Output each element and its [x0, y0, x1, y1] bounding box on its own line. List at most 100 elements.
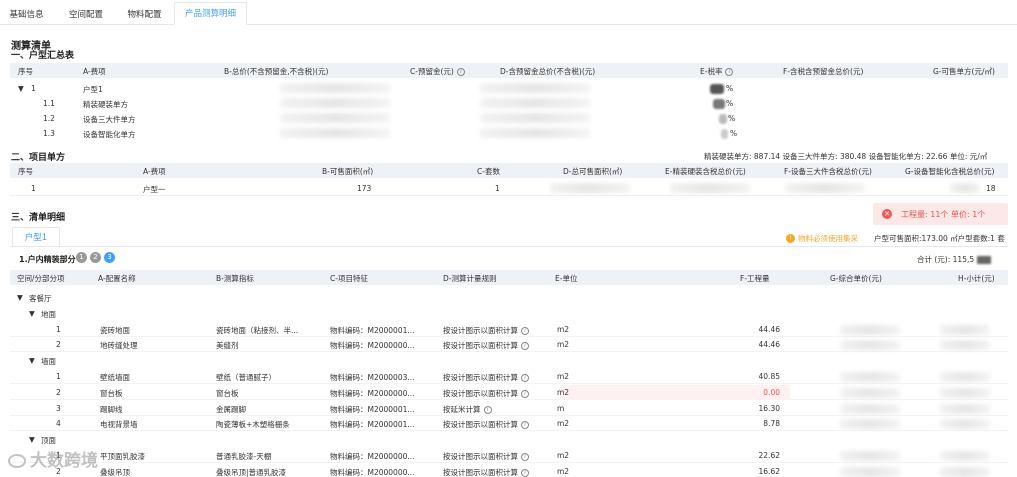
blurred-value: [721, 129, 728, 139]
blurred-value: [950, 183, 980, 193]
col-header: F-设备三大件含税总价(元): [784, 167, 872, 176]
table-row[interactable]: 1.1 精装硬装单方 %: [10, 96, 1008, 111]
table-row[interactable]: 1 瓷砖地面 瓷砖地面（粘接剂、半... 物料编码：M2000001... 按设计图示以…: [10, 322, 1008, 337]
chevron-down-icon[interactable]: ▼: [18, 84, 24, 93]
unit: m2: [557, 372, 570, 381]
info-icon[interactable]: i: [521, 326, 529, 335]
tab-material-config[interactable]: 物料配置: [117, 5, 172, 25]
group-row[interactable]: ▼ 客餐厅: [10, 290, 1008, 305]
unit: m2: [557, 451, 570, 460]
row-no: 1.1: [43, 99, 55, 108]
col-header: C-预留金(元) i: [410, 66, 465, 77]
col-header: G-设备智能化含税总价(元): [905, 167, 995, 176]
info-icon[interactable]: i: [521, 468, 529, 477]
row-no: 4: [56, 419, 61, 429]
info-icon[interactable]: i: [521, 389, 529, 398]
table-row[interactable]: 1.2 设备三大件单方 %: [10, 111, 1008, 126]
chevron-down-icon[interactable]: ▼: [29, 356, 35, 365]
subgroup-row[interactable]: ▼ 墙面: [10, 353, 1008, 368]
blurred-value: [940, 387, 990, 398]
unit: m2: [557, 387, 570, 397]
table-row[interactable]: ▼ 1 户型1 %: [10, 81, 1008, 96]
col-header: 空间/分部分项: [17, 274, 65, 283]
unit: m2: [557, 466, 570, 476]
tab-product-calc[interactable]: 产品测算明细: [174, 2, 247, 25]
blurred-value: [480, 128, 590, 138]
chevron-down-icon[interactable]: ▼: [29, 309, 35, 318]
row-no: 1.2: [43, 114, 55, 123]
calc-index: 窗台板: [216, 388, 239, 398]
error-badge[interactable]: ✕ 工程量: 11个 单价: 1个: [873, 203, 1008, 225]
subgroup-row[interactable]: ▼ 地面: [10, 306, 1008, 321]
tab-product-1[interactable]: 户型1: [12, 227, 60, 247]
table-row[interactable]: 2 叠级吊顶 叠级吊顶|普通乳胶漆 物料编码：M2000000... 按设计图示以面积计…: [10, 464, 1008, 477]
blurred-value: [840, 451, 900, 461]
blurred-value: [940, 466, 990, 477]
quantity[interactable]: 22.62: [750, 451, 780, 460]
row-no: 1: [56, 372, 61, 381]
part-title: 1.户内精装部分: [19, 255, 76, 264]
info-icon[interactable]: i: [521, 421, 529, 430]
section1-title: 一、户型汇总表: [11, 51, 75, 61]
calc-index: 壁纸（普通腻子）: [216, 373, 276, 382]
info-icon: i: [456, 68, 465, 76]
step-3[interactable]: 3: [104, 252, 115, 263]
section1-header: 序号 A-费项 B-总价(不含预留金,不含税)(元) C-预留金(元) i D-含…: [10, 63, 1008, 78]
calc-index: 美缝剂: [216, 341, 239, 351]
tab-space-config[interactable]: 空间配置: [57, 5, 115, 25]
item-feature: 物料编码：M2000001...: [330, 325, 415, 335]
row-no: 2: [56, 340, 61, 350]
quantity[interactable]: 0.00: [750, 388, 780, 397]
unit: m2: [557, 340, 570, 350]
calc-rule: 按延米计算 i: [443, 404, 492, 415]
table-row[interactable]: 1 户型一 173 1 18: [10, 181, 1008, 196]
calc-index: 瓷砖地面（粘接剂、半...: [216, 325, 299, 335]
blurred-value: [940, 451, 990, 461]
step-1[interactable]: 1: [76, 252, 87, 263]
quantity[interactable]: 8.78: [750, 419, 780, 428]
item-feature: 物料编码：M2000000...: [330, 452, 415, 461]
blurred-value: [670, 183, 750, 193]
info-icon[interactable]: i: [521, 453, 529, 461]
quantity[interactable]: 16.30: [750, 404, 780, 413]
unit: m2: [557, 324, 570, 334]
col-header: D-测算计量规则: [443, 274, 497, 283]
subgroup-label: 墙面: [41, 357, 56, 367]
item-feature: 物料编码：M2000003...: [330, 373, 415, 382]
table-row[interactable]: 1 平顶面乳胶漆 普通乳胶漆-天棚 物料编码：M2000000... 按设计图示以面积计…: [10, 448, 1008, 463]
subgroup-row[interactable]: ▼ 顶面: [10, 432, 1008, 447]
config-name: 叠级吊顶: [100, 467, 130, 477]
col-header: 序号: [18, 167, 33, 176]
chevron-down-icon[interactable]: ▼: [17, 293, 23, 302]
info-icon[interactable]: i: [483, 405, 492, 414]
table-row[interactable]: 2 地砖缝处理 美缝剂 物料编码：M2000000... 按设计图示以面积计算 i m2 44…: [10, 337, 1008, 353]
calc-rule: 按设计图示以面积计算 i: [443, 451, 529, 462]
quantity[interactable]: 40.85: [750, 372, 780, 381]
blurred-value: [976, 256, 991, 264]
info-icon[interactable]: i: [521, 342, 529, 351]
table-row[interactable]: 1.3 设备智能化单方 %: [10, 126, 1008, 141]
table-row[interactable]: 3 踢脚线 金属踢脚 物料编码：M2000001... 按延米计算 i m 16.30: [10, 401, 1008, 416]
table-row[interactable]: 2 窗台板 窗台板 物料编码：M2000000... 按设计图示以面积计算 i m2 0.00: [10, 384, 1008, 400]
col-header: H-小计(元): [958, 274, 995, 283]
row-no: 1: [56, 324, 61, 334]
tab-basic-info[interactable]: 基础信息: [0, 5, 53, 25]
table-row[interactable]: 1 壁纸墙面 壁纸（普通腻子） 物料编码：M2000003... 按设计图示以面积计算 i…: [10, 369, 1008, 384]
tax-pct: %: [728, 114, 736, 123]
blurred-value: [280, 128, 390, 138]
col-header: A-配置名称: [98, 274, 136, 283]
table-row[interactable]: 4 电视背景墙 陶瓷薄板+木塑格栅条 物料编码：M2000001... 按设计图示以面积…: [10, 416, 1008, 432]
section2-title: 二、项目单方: [11, 153, 66, 163]
calc-index: 陶瓷薄板+木塑格栅条: [216, 420, 290, 430]
step-indicator: 123: [76, 252, 118, 263]
logo-icon: [8, 454, 26, 468]
calc-index: 金属踢脚: [216, 404, 246, 414]
quantity[interactable]: 44.46: [750, 325, 780, 334]
blurred-value: [940, 340, 990, 351]
chevron-down-icon[interactable]: ▼: [29, 435, 35, 444]
quantity[interactable]: 44.46: [750, 340, 780, 349]
quantity[interactable]: 16.62: [750, 467, 780, 476]
tax-pct: %: [726, 99, 734, 108]
info-icon[interactable]: i: [521, 374, 529, 382]
step-2[interactable]: 2: [90, 252, 101, 263]
